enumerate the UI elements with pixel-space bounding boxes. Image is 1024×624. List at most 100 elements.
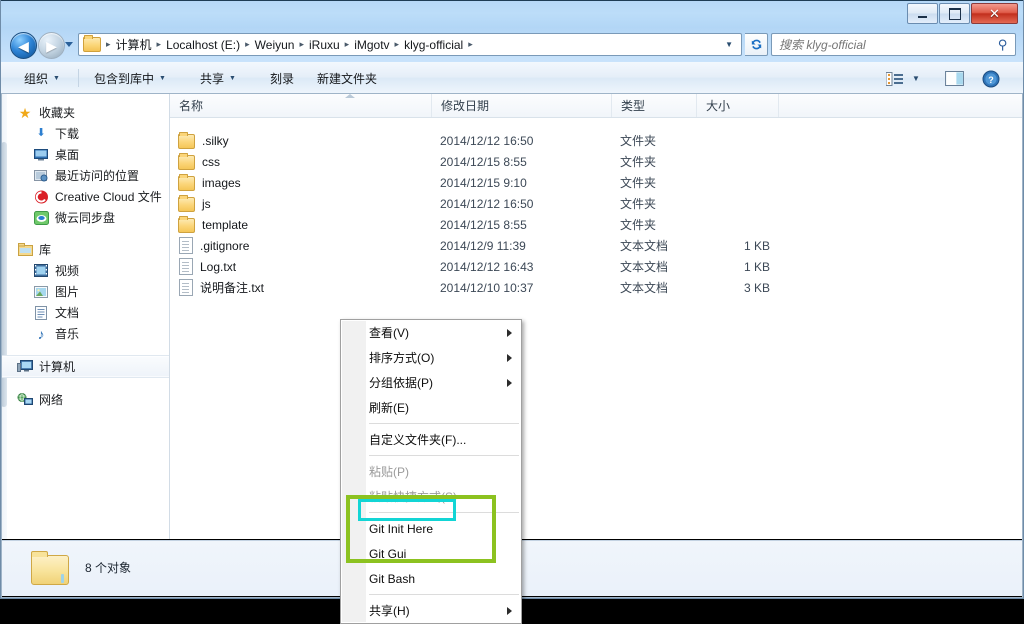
breadcrumb-dropdown-icon[interactable]: ▼ — [721, 40, 741, 49]
table-row[interactable]: css 2014/12/15 8:55 文件夹 — [170, 151, 1023, 172]
table-row[interactable]: template 2014/12/15 8:55 文件夹 — [170, 214, 1023, 235]
close-icon: ✕ — [989, 6, 1000, 21]
file-size: 1 KB — [743, 238, 770, 253]
forward-button[interactable]: ▶ — [38, 32, 65, 59]
menu-item-customize-folder[interactable]: 自定义文件夹(F)... — [341, 427, 521, 452]
search-icon[interactable]: ⚲ — [991, 37, 1015, 53]
sidebar-header-favorites[interactable]: ★ 收藏夹 — [7, 102, 169, 123]
file-name-cell: images — [178, 174, 241, 191]
toolbar-burn-button[interactable]: 刻录 — [264, 68, 300, 89]
breadcrumb-item-2[interactable]: Weiyun — [252, 38, 298, 52]
breadcrumb-separator: ▸ — [106, 39, 111, 49]
file-date: 2014/12/12 16:50 — [440, 196, 534, 211]
preview-pane-button[interactable] — [945, 68, 964, 89]
music-icon: ♪ — [37, 325, 45, 342]
sidebar-item-recent-places[interactable]: 最近访问的位置 — [7, 165, 169, 186]
toolbar-organize-button[interactable]: 组织 ▼ — [18, 68, 66, 89]
minimize-icon — [918, 15, 927, 18]
search-input[interactable] — [772, 36, 992, 53]
window-controls: ✕ — [907, 3, 1018, 24]
column-header-label: 修改日期 — [441, 99, 490, 113]
column-header-name[interactable]: 名称 — [170, 94, 432, 117]
file-date: 2014/12/15 9:10 — [440, 175, 527, 190]
menu-item-paste: 粘贴(P) — [341, 459, 521, 484]
breadcrumb-item-5[interactable]: klyg-official — [401, 38, 466, 52]
file-name: .gitignore — [200, 238, 250, 253]
file-type: 文件夹 — [620, 134, 657, 148]
chevron-down-icon: ▼ — [159, 75, 166, 82]
column-header-size[interactable]: 大小 — [697, 94, 779, 117]
file-date: 2014/12/15 8:55 — [440, 154, 527, 169]
search-box[interactable]: ⚲ — [771, 33, 1016, 56]
breadcrumb-address-bar[interactable]: ▸ 计算机 ▸ Localhost (E:) ▸ Weiyun ▸ iRuxu … — [78, 33, 742, 56]
folder-icon — [178, 174, 195, 191]
toolbar-share-button[interactable]: 共享 ▼ — [194, 68, 242, 89]
file-name: template — [202, 217, 249, 232]
sidebar-item-videos[interactable]: 视频 — [7, 260, 169, 281]
menu-item-sort-by[interactable]: 排序方式(O) — [341, 345, 521, 370]
sidebar-item-pictures[interactable]: 图片 — [7, 281, 169, 302]
sidebar-item-desktop[interactable]: 桌面 — [7, 144, 169, 165]
breadcrumb-item-0[interactable]: 计算机 — [113, 36, 155, 53]
maximize-icon — [948, 7, 961, 20]
menu-item-git-gui[interactable]: Git Gui — [341, 541, 521, 566]
table-row[interactable]: js 2014/12/12 16:50 文件夹 — [170, 193, 1023, 214]
table-row[interactable]: images 2014/12/15 9:10 文件夹 — [170, 172, 1023, 193]
menu-item-group-by[interactable]: 分组依据(P) — [341, 370, 521, 395]
sidebar-item-label: 文档 — [55, 306, 80, 320]
menu-item-label: Git Init Here — [369, 521, 434, 536]
folder-icon — [178, 195, 195, 212]
toolbar-include-in-library-button[interactable]: 包含到库中 ▼ — [88, 68, 172, 89]
menu-item-share[interactable]: 共享(H) — [341, 598, 521, 623]
maximize-button[interactable] — [939, 3, 970, 24]
menu-item-git-init-here[interactable]: Git Init Here — [341, 516, 521, 541]
recent-pages-dropdown-icon[interactable] — [65, 42, 73, 47]
sidebar-header-network[interactable]: 网络 — [7, 389, 169, 410]
title-bar: ✕ — [0, 0, 1024, 28]
folder-icon — [178, 132, 195, 149]
table-row[interactable]: .gitignore 2014/12/9 11:39 文本文档 1 KB — [170, 235, 1023, 256]
close-button[interactable]: ✕ — [971, 3, 1018, 24]
refresh-button[interactable] — [745, 33, 768, 56]
network-icon — [17, 392, 33, 408]
toolbar-item-label: 共享 — [200, 72, 225, 86]
menu-item-refresh[interactable]: 刷新(E) — [341, 395, 521, 420]
breadcrumb-item-3[interactable]: iRuxu — [306, 38, 343, 52]
toolbar-new-folder-button[interactable]: 新建文件夹 — [311, 68, 383, 89]
column-header-type[interactable]: 类型 — [612, 94, 697, 117]
forward-arrow-icon: ▶ — [46, 37, 57, 54]
text-file-icon — [179, 279, 193, 296]
file-date: 2014/12/12 16:50 — [440, 133, 534, 148]
sidebar-item-documents[interactable]: 文档 — [7, 302, 169, 323]
back-button[interactable]: ◀ — [10, 32, 37, 59]
breadcrumb-item-1[interactable]: Localhost (E:) — [163, 38, 243, 52]
sidebar-item-weiyun[interactable]: 微云同步盘 — [7, 207, 169, 228]
downloads-icon: ⬇ — [36, 127, 46, 139]
sidebar-item-music[interactable]: ♪ 音乐 — [7, 323, 169, 344]
sidebar-item-creative-cloud[interactable]: Creative Cloud 文件 — [7, 186, 169, 207]
menu-item-view[interactable]: 查看(V) — [341, 320, 521, 345]
sidebar-item-downloads[interactable]: ⬇ 下载 — [7, 123, 169, 144]
sidebar-item-label: 最近访问的位置 — [55, 169, 140, 183]
column-header-date-modified[interactable]: 修改日期 — [432, 94, 612, 117]
sidebar-item-computer[interactable]: 计算机 — [1, 355, 169, 378]
table-row[interactable]: .silky 2014/12/12 16:50 文件夹 — [170, 130, 1023, 151]
file-date: 2014/12/15 8:55 — [440, 217, 527, 232]
table-row[interactable]: Log.txt 2014/12/12 16:43 文本文档 1 KB — [170, 256, 1023, 277]
menu-item-git-bash[interactable]: Git Bash — [341, 566, 521, 591]
change-view-button[interactable]: ▼ — [886, 68, 920, 89]
sidebar-header-libraries[interactable]: 库 — [7, 239, 169, 260]
minimize-button[interactable] — [907, 3, 938, 24]
recent-places-icon — [33, 168, 49, 184]
file-name-cell: .gitignore — [178, 237, 249, 254]
folder-icon — [178, 153, 195, 170]
toolbar-item-label: 包含到库中 — [94, 72, 155, 86]
breadcrumb-item-4[interactable]: iMgotv — [351, 38, 392, 52]
svg-text:?: ? — [988, 75, 994, 85]
help-button[interactable]: ? — [982, 68, 1000, 89]
context-menu: 查看(V) 排序方式(O) 分组依据(P) 刷新(E) 自定义文件夹(F)...… — [340, 319, 522, 624]
menu-item-label: 粘贴(P) — [369, 465, 409, 479]
table-row[interactable]: 说明备注.txt 2014/12/10 10:37 文本文档 3 KB — [170, 277, 1023, 298]
